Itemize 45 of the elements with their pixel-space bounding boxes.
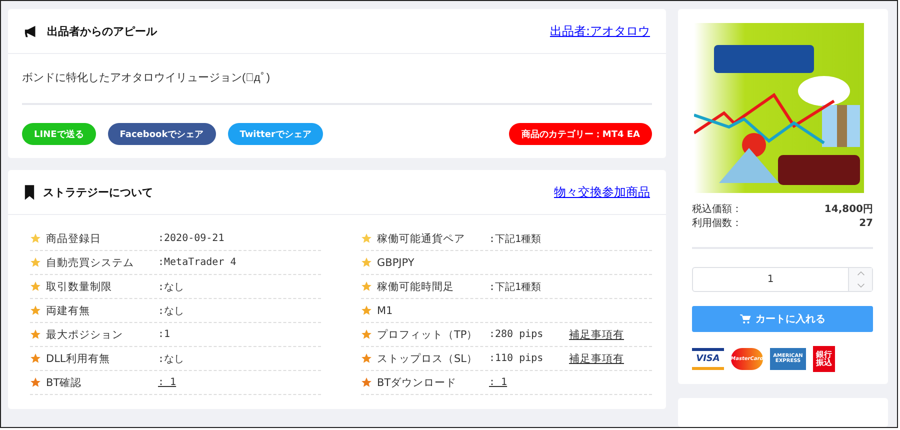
quantity-field[interactable]: 1 [692, 267, 873, 292]
field-value: :下記1種類 [489, 232, 542, 246]
share-button[interactable]: Facebookでシェア [108, 123, 216, 145]
field-label: M1 [377, 304, 394, 316]
section-title: 出品者からのアピール [47, 24, 158, 38]
cart-icon [740, 314, 750, 324]
appeal-text: ボンドに特化したアオタロウイリュージョン(ﾟдﾟ) [22, 66, 652, 105]
field-value: :下記1種類 [489, 280, 542, 294]
field-label: ストップロス（SL） [377, 352, 479, 366]
usage-value: 27 [859, 217, 873, 231]
field-label: DLL利用有無 [46, 352, 111, 366]
spinner-icon[interactable] [848, 268, 872, 291]
field-label: BTダウンロード [377, 376, 458, 390]
field-value: :MetaTrader 4 [158, 257, 238, 268]
value-link[interactable]: : 1 [158, 377, 238, 388]
field-label: 取引数量制限 [46, 280, 113, 294]
usage-label: 利用個数： [692, 217, 742, 231]
field-value: :なし [158, 280, 186, 294]
field-value: :280 pips [489, 329, 544, 340]
payment-logo: 銀行振込 [813, 346, 835, 372]
field-label: 自動売買システム [46, 256, 135, 270]
field-label: 最大ポジション [46, 328, 124, 342]
field-value: :なし [158, 352, 186, 366]
field-value: :なし [158, 304, 186, 318]
note-link[interactable]: 補足事項有 [569, 328, 624, 342]
field-value: :110 pips [489, 353, 544, 364]
bookmark-icon [24, 184, 35, 200]
field-label: 稼働可能時間足 [377, 280, 455, 294]
category-button[interactable]: 商品のカテゴリー：MT4 EA [509, 123, 652, 145]
field-label: BT確認 [46, 376, 83, 390]
value-link[interactable]: : 1 [489, 377, 569, 388]
field-value: :1 [158, 329, 172, 340]
field-label: 両建有無 [46, 304, 91, 318]
price-label: 税込価額： [692, 203, 742, 217]
note-link[interactable]: 補足事項有 [569, 352, 624, 366]
field-label: 商品登録日 [46, 232, 102, 246]
payment-logo: VISA [692, 348, 724, 370]
field-label: GBPJPY [377, 256, 416, 268]
price-value: 14,800円 [824, 203, 873, 217]
field-label: 稼働可能通貨ペア [377, 232, 466, 246]
exchange-link[interactable]: 物々交換参加商品 [554, 184, 650, 200]
seller-link[interactable]: 出品者:アオタロウ [550, 22, 650, 40]
field-value: :2020-09-21 [158, 233, 226, 244]
field-label: プロフィット（TP） [377, 328, 479, 342]
section-title: ストラテジーについて [43, 184, 154, 200]
